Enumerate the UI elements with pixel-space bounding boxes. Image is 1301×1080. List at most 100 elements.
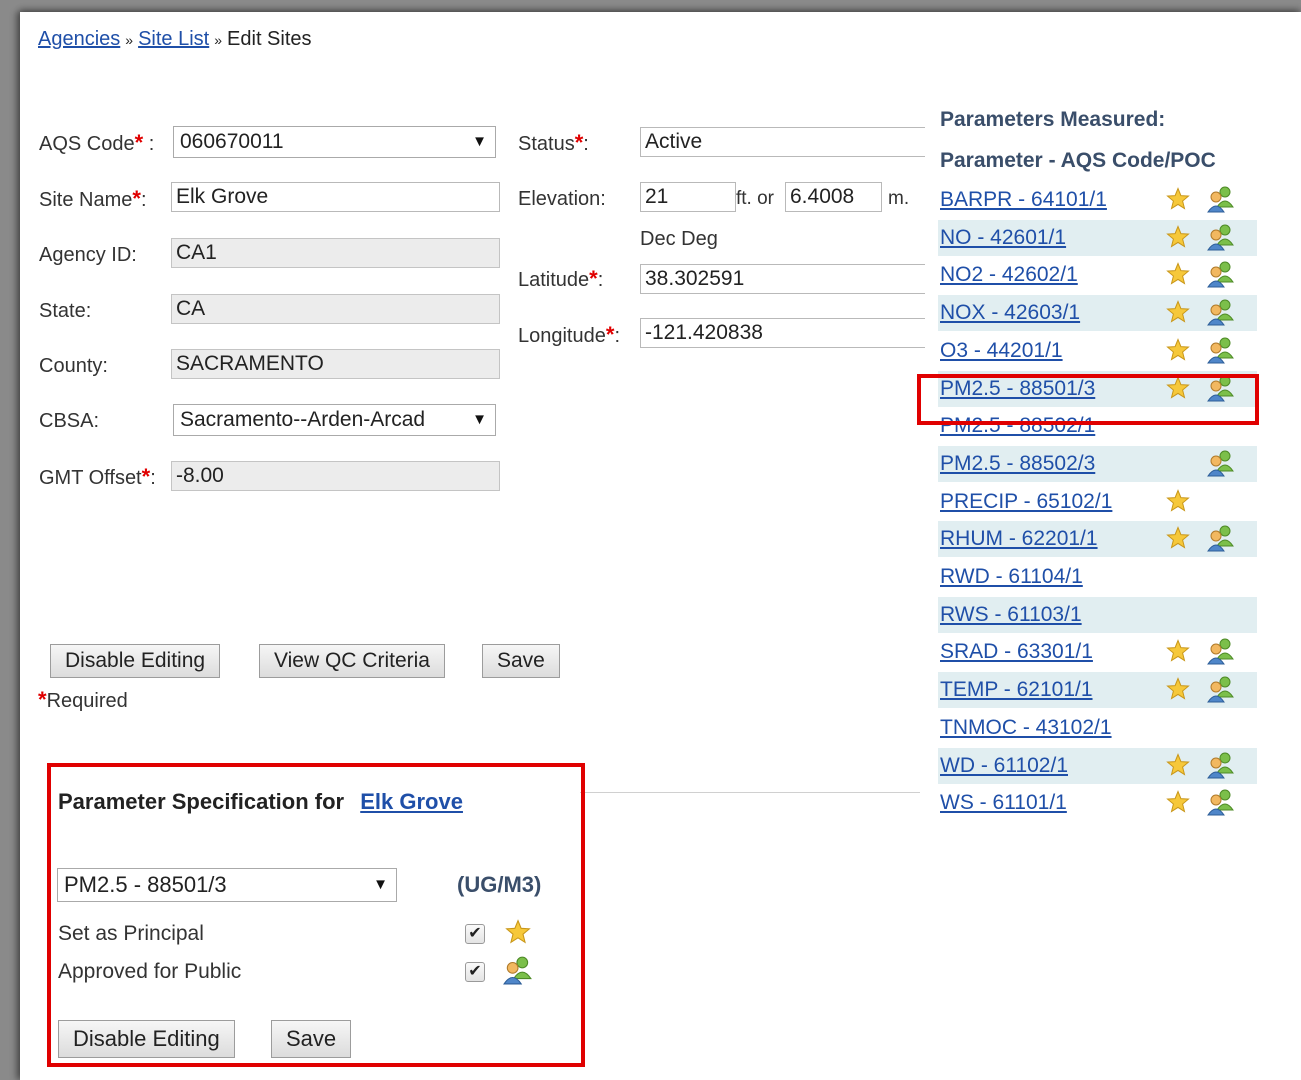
star-icon — [505, 919, 531, 944]
parameter-link[interactable]: PRECIP - 65102/1 — [940, 490, 1112, 514]
breadcrumb-separator: » — [214, 32, 223, 48]
parameter-row: BARPR - 64101/1 — [938, 182, 1257, 218]
parameter-link[interactable]: BARPR - 64101/1 — [940, 188, 1107, 212]
users-icon — [503, 956, 532, 985]
view-qc-criteria-button[interactable]: View QC Criteria — [259, 644, 445, 678]
aqs-code-select[interactable]: 060670011 ▼ — [173, 126, 496, 158]
chevron-down-icon: ▼ — [472, 133, 487, 150]
breadcrumb: Agencies» Site List» Edit Sites — [38, 28, 312, 51]
county-field: SACRAMENTO — [171, 349, 500, 379]
parameters-heading: Parameters Measured: — [940, 108, 1166, 131]
cbsa-label: CBSA: — [39, 410, 100, 432]
spec-save-button[interactable]: Save — [271, 1020, 352, 1058]
parameter-row: NO2 - 42602/1 — [938, 257, 1257, 293]
parameter-link[interactable]: WS - 61101/1 — [940, 791, 1067, 815]
star-icon — [1166, 262, 1190, 286]
parameter-row: NO - 42601/1 — [938, 220, 1257, 256]
users-icon — [1206, 298, 1236, 326]
elevation-ft-input[interactable]: 21 — [640, 182, 736, 212]
users-icon — [1206, 524, 1236, 552]
star-icon — [1166, 187, 1190, 211]
star-icon — [1166, 677, 1190, 701]
parameter-link[interactable]: WD - 61102/1 — [940, 754, 1068, 778]
set-as-principal-checkbox[interactable]: ✔ — [465, 924, 485, 944]
spec-disable-editing-button[interactable]: Disable Editing — [58, 1020, 235, 1058]
spec-title-text: Parameter Specification for — [58, 789, 345, 814]
parameter-link[interactable]: RHUM - 62201/1 — [940, 527, 1098, 551]
star-icon — [1166, 753, 1190, 777]
approved-for-public-checkbox[interactable]: ✔ — [465, 962, 485, 982]
star-icon — [1166, 790, 1190, 814]
parameter-row: RWS - 61103/1 — [938, 597, 1257, 633]
parameter-row: O3 - 44201/1 — [938, 333, 1257, 369]
required-note: *Required — [38, 687, 128, 712]
parameter-link[interactable]: NO2 - 42602/1 — [940, 263, 1078, 287]
spec-site-link[interactable]: Elk Grove — [360, 789, 463, 814]
star-icon — [1166, 526, 1190, 550]
status-select[interactable]: Active — [640, 127, 925, 157]
star-icon — [1166, 639, 1190, 663]
save-button[interactable]: Save — [482, 644, 560, 678]
state-label: State: — [39, 300, 92, 322]
parameter-row: RHUM - 62201/1 — [938, 521, 1257, 557]
edit-sites-page: Agencies» Site List» Edit Sites AQS Code* … — [20, 12, 1301, 1080]
parameter-row: TNMOC - 43102/1 — [938, 710, 1257, 746]
parameter-link[interactable]: NO - 42601/1 — [940, 226, 1066, 250]
elevation-label: Elevation: — [518, 188, 606, 210]
breadcrumb-agencies-link[interactable]: Agencies — [38, 28, 120, 50]
agency-id-field: CA1 — [171, 238, 500, 268]
users-icon — [1206, 751, 1236, 779]
parameter-row: SRAD - 63301/1 — [938, 634, 1257, 670]
agency-id-label: Agency ID: — [39, 244, 137, 266]
users-icon — [1206, 185, 1236, 213]
parameter-link[interactable]: TEMP - 62101/1 — [940, 678, 1093, 702]
parameter-row: PM2.5 - 88502/3 — [938, 446, 1257, 482]
latitude-label: Latitude*: — [518, 266, 604, 291]
breadcrumb-current: Edit Sites — [227, 28, 312, 50]
star-icon — [1166, 300, 1190, 324]
spec-parameter-select[interactable]: PM2.5 - 88501/3 ▼ — [57, 868, 397, 902]
parameter-link[interactable]: SRAD - 63301/1 — [940, 640, 1093, 664]
aqs-code-label: AQS Code* : — [39, 130, 155, 155]
parameter-row: WS - 61101/1 — [938, 785, 1257, 821]
cbsa-select[interactable]: Sacramento--Arden-Arcad ▼ — [173, 404, 496, 436]
users-icon — [1206, 223, 1236, 251]
parameter-link[interactable]: TNMOC - 43102/1 — [940, 716, 1112, 740]
users-icon — [1206, 336, 1236, 364]
parameter-row: WD - 61102/1 — [938, 748, 1257, 784]
divider — [580, 792, 920, 793]
parameter-row: TEMP - 62101/1 — [938, 672, 1257, 708]
star-icon — [1166, 225, 1190, 249]
parameter-row: RWD - 61104/1 — [938, 559, 1257, 595]
elevation-ft-unit: ft. or — [736, 188, 775, 209]
breadcrumb-site-list-link[interactable]: Site List — [138, 28, 209, 50]
disable-editing-button[interactable]: Disable Editing — [50, 644, 221, 678]
latitude-input[interactable]: 38.302591 — [640, 264, 925, 294]
site-name-input[interactable]: Elk Grove — [171, 182, 500, 212]
parameter-link[interactable]: NOX - 42603/1 — [940, 301, 1080, 325]
county-label: County: — [39, 355, 108, 377]
breadcrumb-separator: » — [125, 32, 134, 48]
spec-title: Parameter Specification for Elk Grove — [58, 789, 463, 815]
users-icon — [1206, 260, 1236, 288]
elevation-m-input[interactable]: 6.4008 — [785, 182, 882, 212]
star-icon — [1166, 489, 1190, 513]
star-icon — [1166, 338, 1190, 362]
chevron-down-icon: ▼ — [472, 411, 487, 428]
parameter-link[interactable]: RWS - 61103/1 — [940, 603, 1082, 627]
chevron-down-icon: ▼ — [373, 876, 388, 893]
parameter-row: NOX - 42603/1 — [938, 295, 1257, 331]
spec-units: (UG/M3) — [457, 872, 542, 897]
site-name-label: Site Name*: — [39, 186, 147, 211]
users-icon — [1206, 637, 1236, 665]
users-icon — [1206, 449, 1236, 477]
parameter-link[interactable]: PM2.5 - 88502/3 — [940, 452, 1095, 476]
parameter-link[interactable]: O3 - 44201/1 — [940, 339, 1063, 363]
status-label: Status*: — [518, 130, 589, 155]
parameter-link[interactable]: RWD - 61104/1 — [940, 565, 1083, 589]
users-icon — [1206, 788, 1236, 816]
approved-for-public-label: Approved for Public — [58, 960, 242, 983]
users-icon — [1206, 675, 1236, 703]
highlight-box-selected-parameter — [917, 374, 1259, 425]
longitude-input[interactable]: -121.420838 — [640, 318, 925, 348]
